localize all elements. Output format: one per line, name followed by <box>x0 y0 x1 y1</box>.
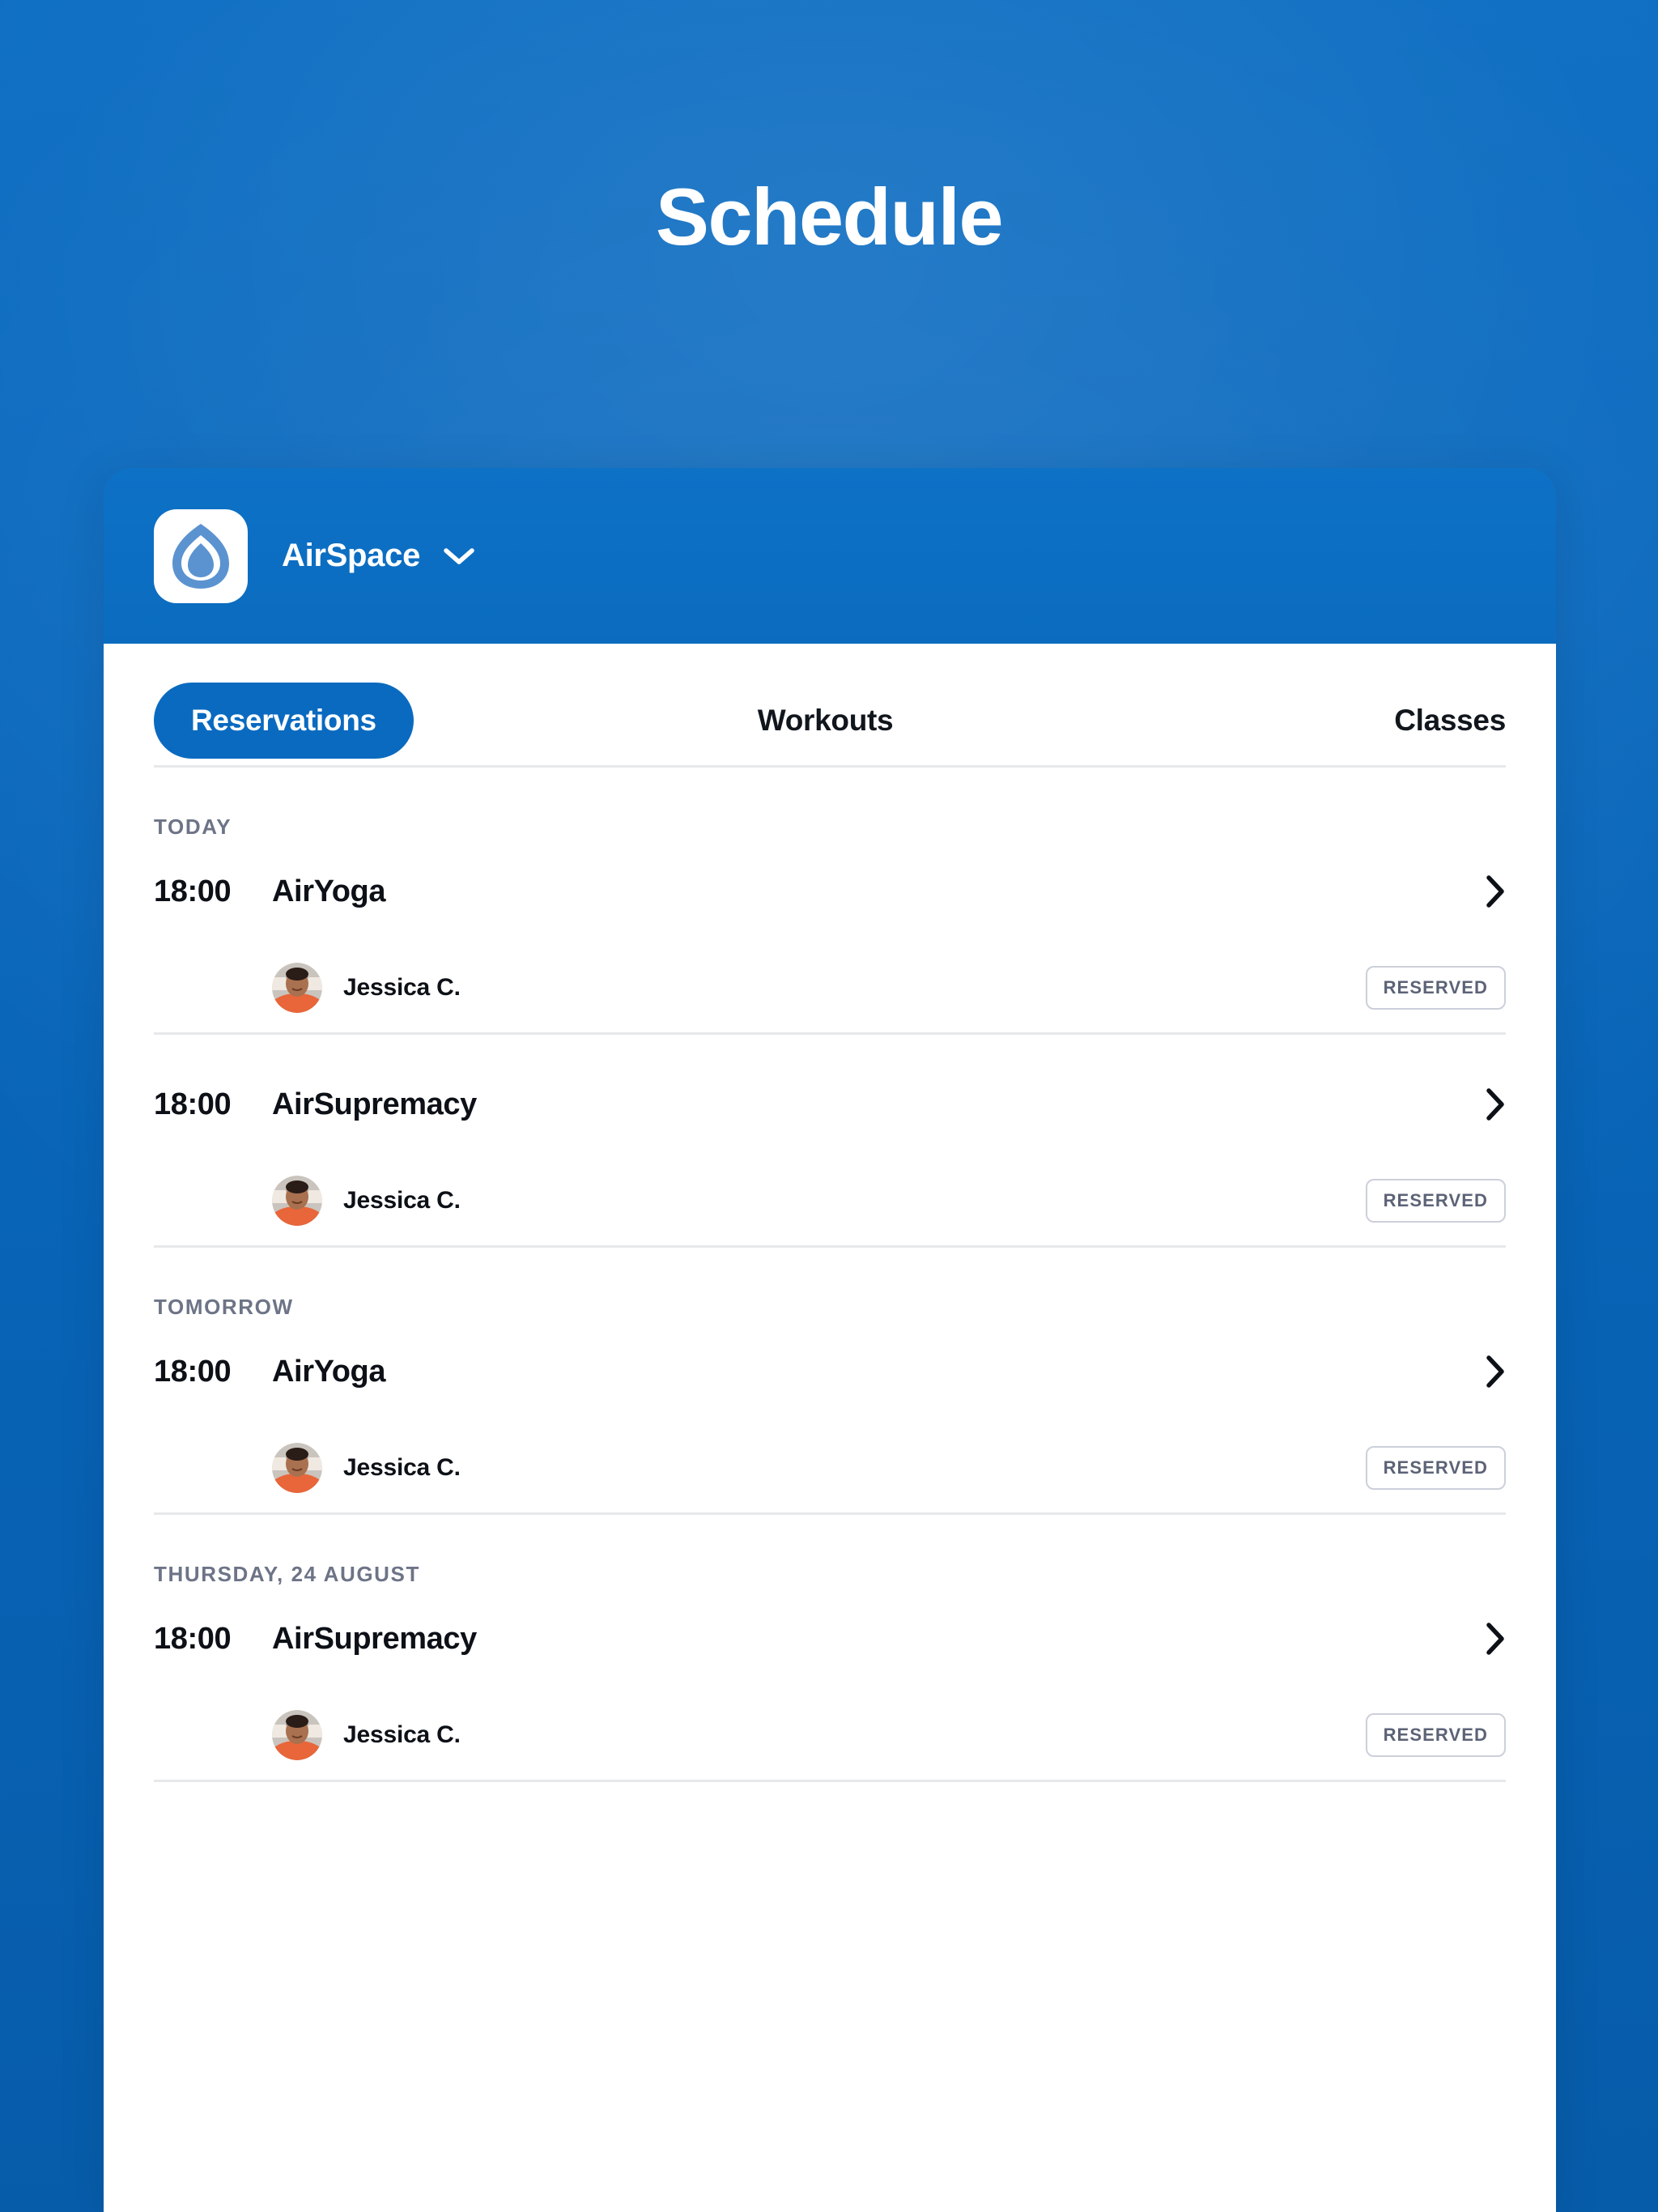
page-background: Schedule AirSpace Reservations Workouts … <box>0 0 1658 2212</box>
avatar <box>272 1443 322 1493</box>
schedule-section: TOMORROW 18:00 AirYoga Jessica C. RESERV… <box>104 1248 1556 1515</box>
event-row[interactable]: 18:00 AirSupremacy Jessica C. RESERVED <box>104 1053 1556 1245</box>
card-body: Reservations Workouts Classes TODAY 18:0… <box>104 644 1556 2212</box>
event-name: AirSupremacy <box>272 1087 477 1121</box>
event-time: 18:00 <box>154 874 232 908</box>
event-row[interactable]: 18:00 AirYoga Jessica C. RESERVED <box>104 840 1556 1032</box>
avatar <box>272 1710 322 1760</box>
event-time: 18:00 <box>154 1087 232 1121</box>
attendee-row: Jessica C. RESERVED <box>154 943 1506 1032</box>
event-main[interactable]: 18:00 AirYoga <box>154 840 1506 943</box>
status-badge: RESERVED <box>1365 966 1506 1010</box>
event-time: 18:00 <box>154 1354 232 1389</box>
section-header-date: THURSDAY, 24 AUGUST <box>154 1562 420 1586</box>
status-badge: RESERVED <box>1365 1446 1506 1490</box>
event-row[interactable]: 18:00 AirYoga Jessica C. RESERVED <box>104 1320 1556 1512</box>
page-title: Schedule <box>655 172 1004 262</box>
event-name: AirSupremacy <box>272 1621 477 1656</box>
attendee-row: Jessica C. RESERVED <box>154 1691 1506 1780</box>
attendee-name: Jessica C. <box>343 974 461 1001</box>
attendee-row: Jessica C. RESERVED <box>154 1423 1506 1512</box>
avatar <box>272 963 322 1013</box>
schedule-section: THURSDAY, 24 AUGUST 18:00 AirSupremacy J… <box>104 1515 1556 1782</box>
org-name: AirSpace <box>282 538 421 573</box>
chevron-right-icon[interactable] <box>1485 874 1506 908</box>
event-time: 18:00 <box>154 1621 232 1656</box>
tab-classes[interactable]: Classes <box>1394 704 1506 738</box>
attendee-name: Jessica C. <box>343 1187 461 1214</box>
avatar <box>272 1176 322 1226</box>
event-row[interactable]: 18:00 AirSupremacy Jessica C. RESERVED <box>104 1587 1556 1780</box>
chevron-right-icon[interactable] <box>1485 1087 1506 1121</box>
chevron-down-icon[interactable] <box>443 547 475 566</box>
chevron-right-icon[interactable] <box>1485 1622 1506 1656</box>
attendee-row: Jessica C. RESERVED <box>154 1156 1506 1245</box>
card-header: AirSpace <box>104 468 1556 644</box>
airspace-droplet-logo-icon <box>154 508 248 603</box>
attendee-name: Jessica C. <box>343 1454 461 1481</box>
event-name: AirYoga <box>272 1354 386 1389</box>
section-header-today: TODAY <box>154 815 232 839</box>
schedule-section: TODAY 18:00 AirYoga Jessica C. RESERVED … <box>104 768 1556 1248</box>
tab-workouts[interactable]: Workouts <box>758 704 894 738</box>
attendee-name: Jessica C. <box>343 1721 461 1748</box>
status-badge: RESERVED <box>1365 1713 1506 1757</box>
tab-reservations[interactable]: Reservations <box>154 683 414 759</box>
tab-bar: Reservations Workouts Classes <box>104 644 1556 765</box>
schedule-card: AirSpace Reservations Workouts Classes T… <box>104 468 1556 2212</box>
event-main[interactable]: 18:00 AirYoga <box>154 1320 1506 1423</box>
event-main[interactable]: 18:00 AirSupremacy <box>154 1053 1506 1156</box>
status-badge: RESERVED <box>1365 1179 1506 1223</box>
event-main[interactable]: 18:00 AirSupremacy <box>154 1587 1506 1691</box>
chevron-right-icon[interactable] <box>1485 1355 1506 1389</box>
event-divider <box>154 1780 1506 1782</box>
section-header-tomorrow: TOMORROW <box>154 1295 294 1319</box>
event-name: AirYoga <box>272 874 386 908</box>
